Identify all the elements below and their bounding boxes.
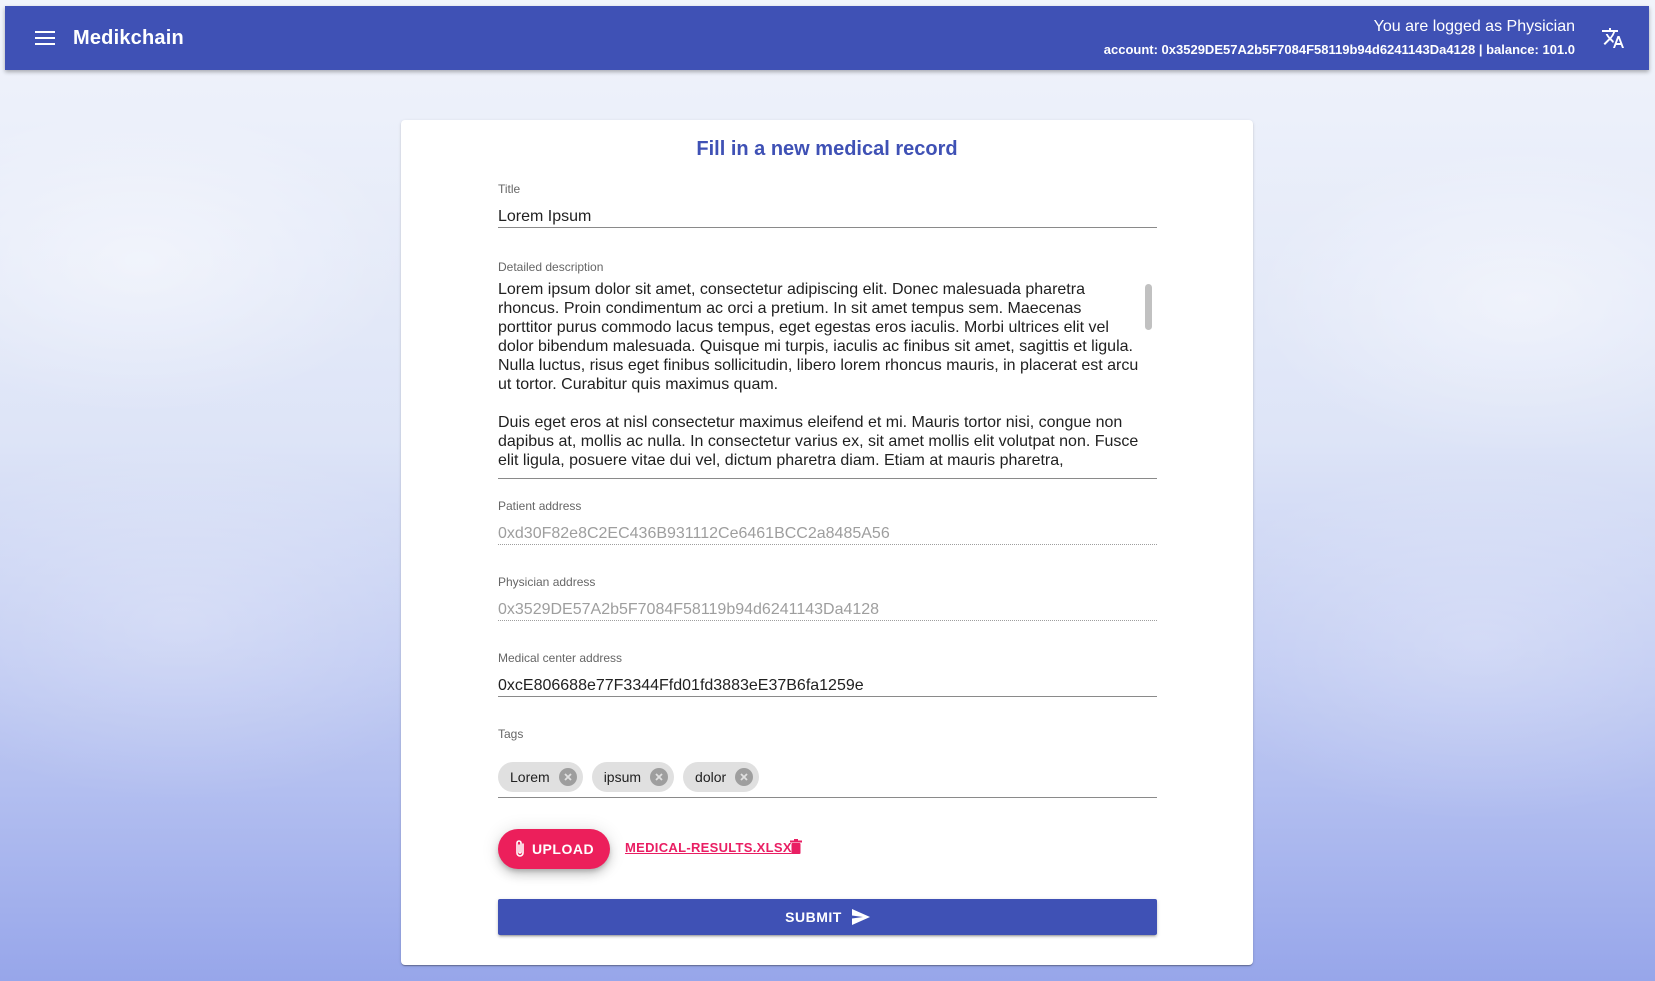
- physician-address-input: [498, 599, 1157, 621]
- form-heading: Fill in a new medical record: [696, 138, 958, 160]
- delete-file-button[interactable]: [790, 839, 802, 859]
- tag-chip[interactable]: Lorem: [498, 762, 583, 792]
- description-text: Lorem ipsum dolor sit amet, consectetur …: [498, 280, 1140, 470]
- submit-button[interactable]: SUBMIT: [498, 899, 1157, 935]
- medical-center-address-underline: [498, 696, 1157, 697]
- medical-center-address-input[interactable]: [498, 675, 1157, 697]
- chip-remove-icon[interactable]: [735, 768, 754, 786]
- physician-address-underline: [498, 620, 1157, 621]
- menu-button[interactable]: [27, 20, 63, 56]
- tags-label: Tags: [498, 727, 524, 741]
- upload-label: UPLOAD: [531, 841, 595, 857]
- upload-button[interactable]: UPLOAD: [498, 829, 610, 869]
- physician-address-label: Physician address: [498, 575, 596, 589]
- medical-center-address-label: Medical center address: [498, 651, 623, 665]
- title-input[interactable]: [498, 206, 1157, 228]
- description-textarea[interactable]: Lorem ipsum dolor sit amet, consectetur …: [498, 280, 1148, 470]
- chip-remove-icon[interactable]: [558, 768, 577, 786]
- description-paragraph-1: Lorem ipsum dolor sit amet, consectetur …: [498, 281, 1143, 393]
- user-info: You are logged as Physician account: 0x3…: [1104, 17, 1575, 59]
- tag-chip-list: Lorem ipsum dolor: [498, 762, 760, 792]
- patient-address-label: Patient address: [498, 499, 582, 513]
- description-field: Detailed description: [498, 260, 1157, 479]
- physician-address-field: Physician address: [498, 575, 1157, 621]
- description-paragraph-2: Duis eget eros at nisl consectetur maxim…: [498, 414, 1143, 469]
- tags-field: Tags: [498, 727, 1157, 798]
- title-underline: [498, 227, 1157, 228]
- scrollbar-thumb[interactable]: [1145, 284, 1152, 330]
- description-scrollbar[interactable]: [1143, 282, 1153, 472]
- patient-address-field: Patient address: [498, 499, 1157, 545]
- translate-icon: [1602, 28, 1624, 48]
- tag-chip-label: dolor: [695, 769, 727, 785]
- description-underline: [498, 478, 1157, 479]
- title-label: Title: [498, 182, 521, 196]
- attachment-icon: [516, 840, 524, 857]
- account-balance-text: account: 0x3529DE57A2b5F7084F58119b94d62…: [1103, 42, 1575, 57]
- patient-address-underline: [498, 544, 1157, 545]
- tag-chip[interactable]: ipsum: [591, 762, 675, 792]
- language-button[interactable]: [1593, 18, 1633, 58]
- app-title: Medikchain: [73, 26, 184, 49]
- description-label: Detailed description: [498, 260, 604, 274]
- menu-icon: [35, 31, 55, 45]
- tag-chip-label: Lorem: [510, 769, 550, 785]
- trash-icon: [790, 839, 802, 854]
- chip-remove-icon[interactable]: [650, 768, 669, 786]
- tag-chip[interactable]: dolor: [683, 762, 760, 792]
- patient-address-input: [498, 523, 1157, 545]
- medical-center-address-field: Medical center address: [498, 651, 1157, 697]
- send-icon: [851, 909, 870, 925]
- user-role-text: You are logged as Physician: [1373, 18, 1575, 35]
- tags-underline: [498, 797, 1157, 798]
- uploaded-file-link[interactable]: MEDICAL-RESULTS.XLSX: [625, 840, 792, 855]
- submit-label: SUBMIT: [785, 909, 842, 925]
- title-field: Title: [498, 182, 1157, 228]
- top-app-bar: Medikchain You are logged as Physician a…: [5, 6, 1649, 70]
- tag-chip-label: ipsum: [603, 769, 642, 785]
